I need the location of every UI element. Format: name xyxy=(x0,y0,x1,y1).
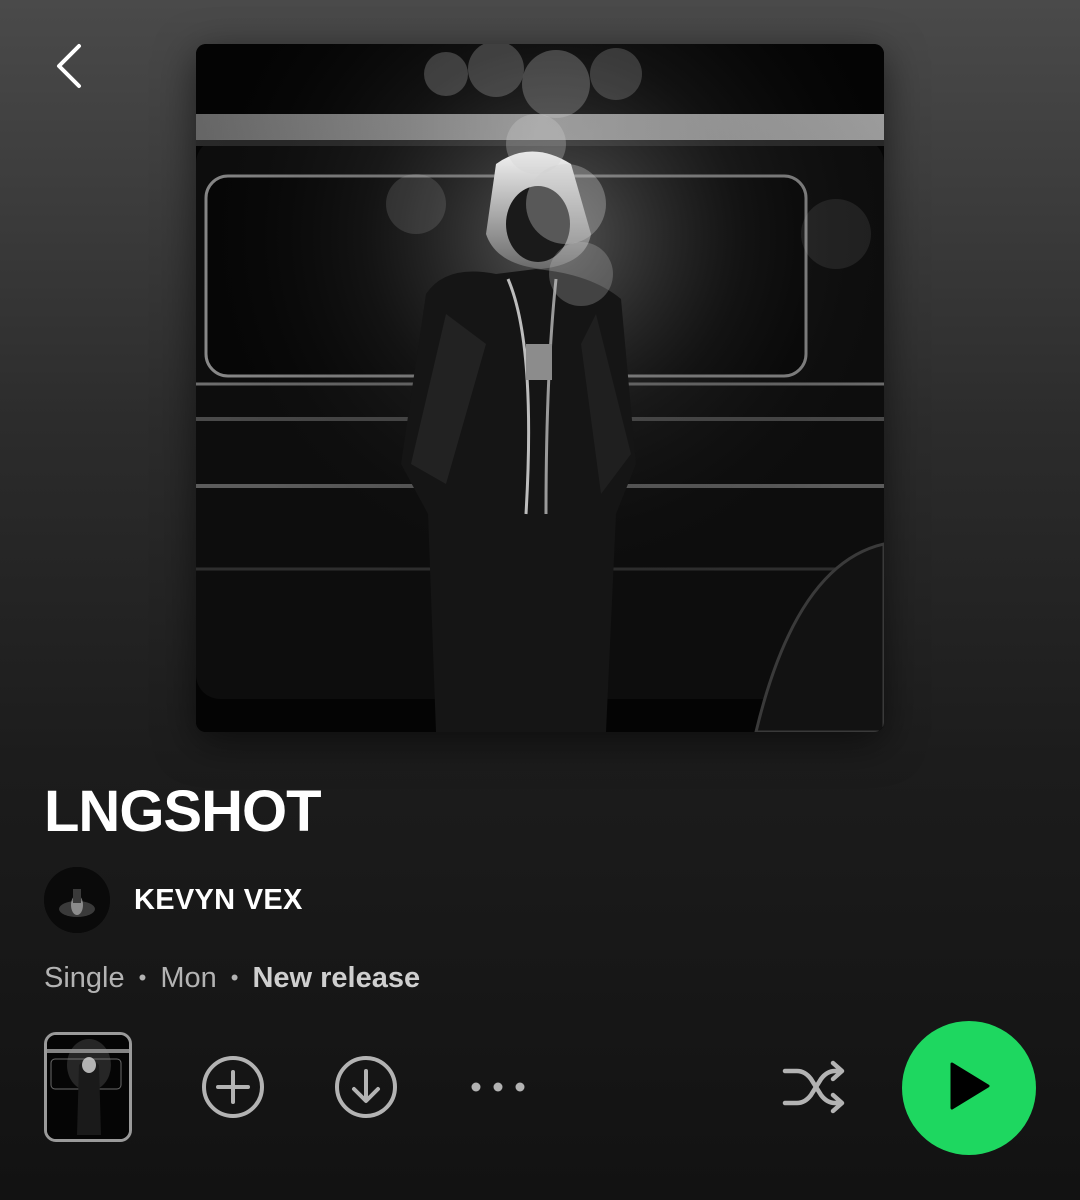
release-meta: Single • Mon • New release xyxy=(44,958,420,998)
new-release-badge: New release xyxy=(252,961,421,994)
add-to-library-button[interactable] xyxy=(200,1055,266,1124)
cover-thumbnail-image xyxy=(47,1035,129,1139)
cover-artwork-image xyxy=(196,44,884,732)
release-type: Single xyxy=(44,961,125,994)
chevron-left-icon xyxy=(53,43,83,94)
meta-separator: • xyxy=(230,965,239,990)
shuffle-icon xyxy=(781,1059,847,1120)
play-button[interactable] xyxy=(902,1021,1036,1155)
more-options-button[interactable] xyxy=(465,1056,531,1122)
album-title: LNGSHOT xyxy=(44,779,322,844)
download-circle-icon xyxy=(334,1055,398,1124)
back-button[interactable] xyxy=(40,40,96,96)
download-button[interactable] xyxy=(333,1055,399,1124)
play-icon xyxy=(946,1061,992,1116)
cover-thumbnail-button[interactable] xyxy=(44,1032,132,1142)
artist-link[interactable]: KEVYN VEX xyxy=(44,867,303,933)
meta-separator: • xyxy=(138,965,147,990)
add-circle-icon xyxy=(201,1055,265,1124)
album-cover xyxy=(196,44,884,732)
more-options-icon xyxy=(468,1080,528,1099)
release-date: Mon xyxy=(160,961,217,994)
artist-name: KEVYN VEX xyxy=(134,883,303,916)
artist-avatar xyxy=(44,867,110,933)
shuffle-button[interactable] xyxy=(781,1056,847,1122)
